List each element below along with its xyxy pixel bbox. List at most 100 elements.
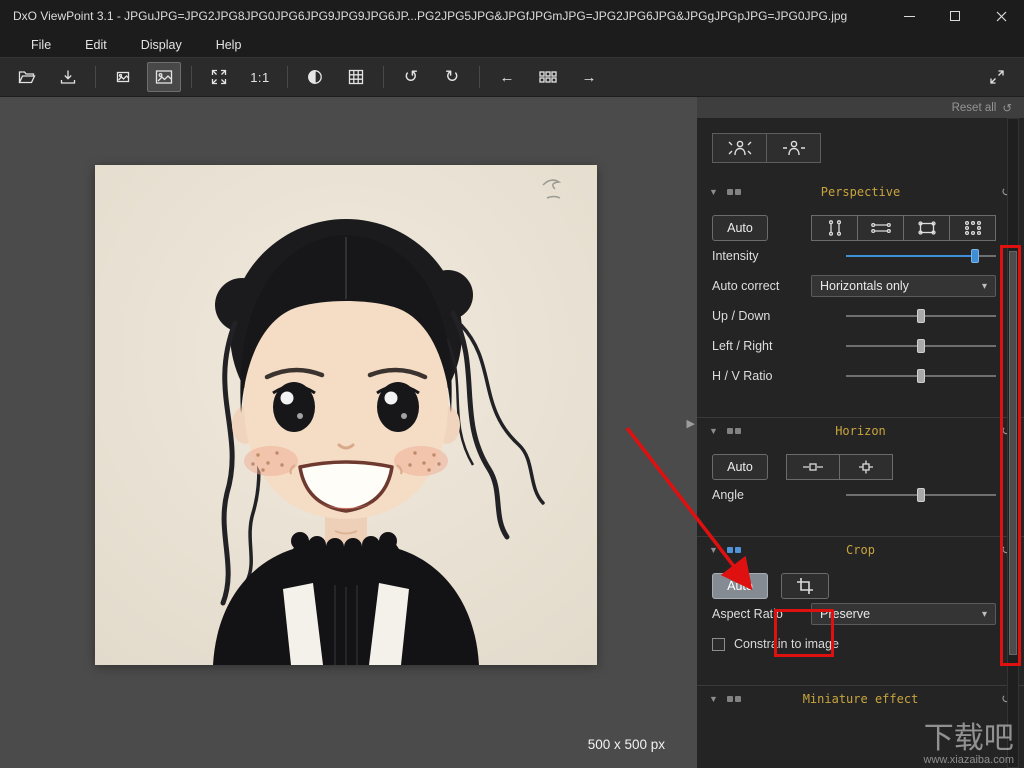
vertical-level-icon (859, 460, 873, 473)
perspective-tool-group (811, 214, 996, 241)
toolbar-separator (383, 66, 384, 88)
fit-screen-button[interactable] (202, 62, 236, 92)
image-fit-view-button[interactable] (106, 62, 140, 92)
open-file-button[interactable] (10, 62, 44, 92)
aspect-ratio-dropdown[interactable]: Preserve ▾ (811, 603, 996, 625)
next-image-button[interactable]: → (572, 62, 606, 92)
horizon-header: ▼ Horizon ↺ (697, 418, 1024, 444)
fullscreen-button[interactable] (980, 62, 1014, 92)
rectangle-icon (917, 220, 936, 235)
auto-correct-dropdown[interactable]: Horizontals only ▾ (811, 275, 996, 297)
panel-scrollbar[interactable] (1007, 118, 1019, 768)
miniature-title: Miniature effect (802, 692, 919, 706)
maximize-button[interactable] (932, 0, 978, 32)
collapse-icon[interactable]: ▼ (709, 426, 718, 436)
constrain-label: Constrain to image (734, 637, 839, 651)
left-right-label: Left / Right (712, 339, 773, 353)
image-view-button[interactable] (147, 62, 181, 92)
horizon-auto-button[interactable]: Auto (712, 453, 768, 480)
chevron-down-icon: ▾ (981, 608, 987, 620)
toolbar: 1:1 ↺ ↻ ← → (0, 57, 1024, 97)
auto-correct-value: Horizontals only (820, 279, 909, 293)
chevron-down-icon: ▾ (981, 280, 987, 292)
crop-title: Crop (846, 543, 875, 557)
reset-all-bar: Reset all ↺ (697, 97, 1024, 118)
title-bar: DxO ViewPoint 3.1 - JPGuJPG=JPG2JPG8JPG0… (0, 0, 1024, 32)
rotate-left-button[interactable]: ↺ (394, 62, 428, 92)
intensity-slider-handle[interactable] (971, 249, 979, 263)
reset-all-button[interactable]: Reset all (952, 102, 997, 114)
rotate-right-button[interactable]: ↻ (435, 62, 469, 92)
miniature-enable-toggle[interactable] (726, 696, 741, 702)
reset-all-icon[interactable]: ↺ (1002, 101, 1012, 115)
collapse-icon[interactable]: ▼ (709, 187, 718, 197)
force-horizontal-parallels-button[interactable] (857, 214, 904, 241)
force-rectangle-button[interactable] (903, 214, 950, 241)
rotate-left-icon: ↺ (403, 67, 419, 86)
crop-tools-row: Auto (697, 572, 1024, 599)
export-button[interactable] (51, 62, 85, 92)
eight-points-button[interactable] (949, 214, 996, 241)
auto-correct-row: Auto correct Horizontals only ▾ (697, 271, 1024, 301)
eight-points-icon (964, 220, 981, 235)
grid-overlay-button[interactable] (339, 62, 373, 92)
hv-ratio-slider-handle[interactable] (917, 369, 925, 383)
left-right-slider-handle[interactable] (917, 339, 925, 353)
horizon-enable-toggle[interactable] (726, 428, 741, 434)
toolbar-separator (479, 66, 480, 88)
crop-auto-button[interactable]: Auto (712, 572, 768, 599)
volume-deformation-hv-button[interactable] (766, 133, 821, 163)
level-horizontal-button[interactable] (786, 453, 840, 480)
opened-image (95, 165, 597, 665)
left-right-slider[interactable] (846, 339, 996, 353)
left-right-row: Left / Right (697, 331, 1024, 361)
menu-file[interactable]: File (14, 32, 68, 57)
collapse-icon[interactable]: ▼ (709, 694, 718, 704)
menu-display[interactable]: Display (124, 32, 199, 57)
close-button[interactable] (978, 0, 1024, 32)
minimize-icon (903, 15, 915, 17)
intensity-slider[interactable] (846, 249, 996, 263)
compare-icon (308, 70, 322, 84)
up-down-slider-handle[interactable] (917, 309, 925, 323)
horizon-title: Horizon (835, 424, 886, 438)
horizon-tools-row: Auto (697, 453, 1024, 480)
angle-slider[interactable] (846, 488, 996, 502)
menu-edit[interactable]: Edit (68, 32, 124, 57)
perspective-enable-toggle[interactable] (726, 189, 741, 195)
window-title: DxO ViewPoint 3.1 - JPGuJPG=JPG2JPG8JPG0… (13, 9, 848, 23)
force-vertical-parallels-button[interactable] (811, 214, 858, 241)
minimize-button[interactable] (886, 0, 932, 32)
crop-enable-toggle[interactable] (726, 547, 741, 553)
crop-icon (797, 577, 813, 594)
collapse-icon[interactable]: ▼ (709, 545, 718, 555)
angle-row: Angle (697, 480, 1024, 510)
fullscreen-icon (990, 70, 1004, 84)
auto-correct-label: Auto correct (712, 279, 780, 293)
crop-tool-button[interactable] (781, 572, 829, 599)
angle-slider-handle[interactable] (917, 488, 925, 502)
menu-help[interactable]: Help (199, 32, 259, 57)
compare-button[interactable] (298, 62, 332, 92)
miniature-header: ▼ Miniature effect ↺ (697, 686, 1024, 712)
image-size-label: 500 x 500 px (587, 737, 665, 752)
portrait-illustration (95, 165, 597, 665)
volume-deformation-diagonal-button[interactable] (712, 133, 767, 163)
panel-scrollbar-thumb[interactable] (1009, 251, 1017, 655)
zoom-1to1-button[interactable]: 1:1 (243, 62, 277, 92)
previous-image-button[interactable]: ← (490, 62, 524, 92)
up-down-slider[interactable] (846, 309, 996, 323)
toolbar-separator (95, 66, 96, 88)
image-canvas[interactable]: 500 x 500 px ▶ (0, 97, 697, 768)
hv-ratio-label: H / V Ratio (712, 369, 773, 383)
horizon-section: ▼ Horizon ↺ Auto Angle (697, 417, 1024, 510)
constrain-row: Constrain to image (697, 629, 1024, 659)
constrain-checkbox[interactable] (712, 637, 725, 651)
hv-ratio-slider[interactable] (846, 369, 996, 383)
panel-collapse-handle[interactable]: ▶ (687, 419, 695, 430)
image-browser-button[interactable] (531, 62, 565, 92)
person-diagonal-icon (728, 140, 751, 156)
horizon-tool-group (786, 453, 893, 480)
level-vertical-button[interactable] (839, 453, 893, 480)
perspective-auto-button[interactable]: Auto (712, 214, 768, 241)
